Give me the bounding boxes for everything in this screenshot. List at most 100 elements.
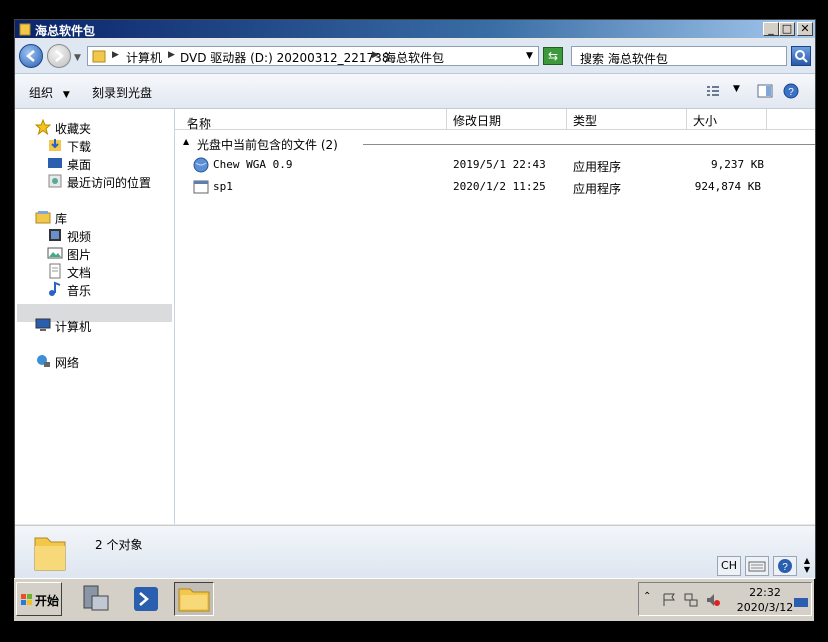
application-icon <box>193 180 209 194</box>
nav-label: 库 <box>55 212 68 226</box>
recent-places-icon <box>48 174 62 188</box>
taskbar: 开始 ⌃ 22:32 2020/3/12 <box>14 578 814 621</box>
group-header[interactable]: ▲ 光盘中当前包含的文件 (2) <box>183 136 815 152</box>
start-button[interactable]: 开始 <box>16 582 62 616</box>
nav-label: 文档 <box>67 266 92 280</box>
collapse-icon[interactable]: ▲ <box>183 137 189 146</box>
column-label: 大小 <box>693 114 718 128</box>
file-name: Chew WGA 0.9 <box>213 158 293 171</box>
chevron-down-icon: ▼ <box>803 565 811 574</box>
star-icon <box>35 119 51 135</box>
language-indicator[interactable]: CH <box>717 556 741 576</box>
refresh-icon: ⇆ <box>547 49 559 63</box>
arrow-right-icon <box>55 50 64 62</box>
close-button[interactable]: ✕ <box>797 22 813 36</box>
column-label: 修改日期 <box>453 114 502 128</box>
music-icon <box>49 281 61 296</box>
powershell-icon <box>134 587 158 611</box>
nav-label: 下载 <box>67 140 92 154</box>
maximize-button[interactable]: □ <box>779 22 795 36</box>
file-row[interactable]: Chew WGA 0.9 2019/5/1 22:43 应用程序 9,237 K… <box>175 155 815 175</box>
preview-pane-icon[interactable] <box>757 83 773 99</box>
window-title: 海总软件包 <box>35 24 96 38</box>
address-bar-row: ▼ ▶ 计算机 ▶ DVD 驱动器 (D:) 20200312_221738 ▶… <box>15 39 815 74</box>
forward-button[interactable] <box>47 44 71 68</box>
group-label: 光盘中当前包含的文件 (2) <box>197 138 338 152</box>
chevron-right-icon[interactable]: ▶ <box>168 50 175 60</box>
burn-to-disc-button[interactable]: 刻录到光盘 <box>92 84 152 101</box>
chevron-right-icon[interactable]: ▶ <box>112 50 119 60</box>
svg-text:?: ? <box>782 562 788 573</box>
refresh-button[interactable]: ⇆ <box>543 47 563 65</box>
network-icon <box>37 355 50 367</box>
organize-menu[interactable]: 组织 ▼ <box>29 84 70 101</box>
details-pane: 2 个对象 CH ? ▲ ▼ <box>15 525 815 579</box>
file-name: sp1 <box>213 180 233 193</box>
windows-logo-icon <box>21 594 32 605</box>
minimize-button[interactable]: _ <box>763 22 779 36</box>
taskbar-server-manager[interactable] <box>76 582 116 616</box>
breadcrumb-current-folder[interactable]: 海总软件包 <box>384 49 444 66</box>
folder-icon <box>19 23 31 36</box>
clock[interactable]: 22:32 2020/3/12 <box>735 585 795 615</box>
group-divider <box>363 144 815 145</box>
column-date[interactable]: 修改日期 <box>447 109 567 129</box>
clock-time: 22:32 <box>749 586 781 599</box>
search-placeholder: 搜索 海总软件包 <box>580 52 668 66</box>
show-hidden-icons[interactable]: ⌃ <box>643 591 659 607</box>
nav-label: 计算机 <box>55 320 92 334</box>
view-options-icon[interactable] <box>705 83 721 99</box>
breadcrumb-computer[interactable]: 计算机 <box>126 49 162 66</box>
options-scroll[interactable]: ▲ ▼ <box>801 556 813 576</box>
start-label: 开始 <box>35 594 60 608</box>
file-size: 9,237 KB <box>711 158 764 171</box>
column-header-row: 名称 ▲ 修改日期 类型 大小 <box>175 109 815 131</box>
help-button[interactable]: ? <box>773 556 797 576</box>
computer-icon <box>35 318 51 331</box>
help-icon[interactable]: ? <box>783 83 799 99</box>
navigation-pane: 收藏夹 下载 桌面 最近访问的位置 库 视频 图片 文档 音乐 计算机 网络 <box>15 109 175 524</box>
address-box[interactable]: ▶ 计算机 ▶ DVD 驱动器 (D:) 20200312_221738 ▶ 海… <box>87 46 539 66</box>
title-bar[interactable]: 海总软件包 _ □ ✕ <box>15 20 815 38</box>
breadcrumb-dvd-drive[interactable]: DVD 驱动器 (D:) 20200312_221738 <box>180 49 389 66</box>
nav-label: 最近访问的位置 <box>67 176 152 190</box>
action-center-flag-icon[interactable] <box>661 592 677 608</box>
taskbar-explorer[interactable] <box>174 582 214 616</box>
sort-ascending-icon: ▲ <box>187 115 194 124</box>
taskbar-powershell[interactable] <box>126 582 166 616</box>
folder-icon <box>178 588 210 612</box>
column-name[interactable]: 名称 ▲ <box>175 109 447 131</box>
arrow-left-icon <box>26 50 35 62</box>
chevron-down-icon: ▼ <box>62 90 70 100</box>
back-button[interactable] <box>19 44 43 68</box>
nav-label: 桌面 <box>67 158 92 172</box>
desktop-icon <box>48 158 62 168</box>
column-type[interactable]: 类型 <box>567 109 687 129</box>
video-icon <box>49 229 61 241</box>
chevron-right-icon[interactable]: ▶ <box>372 50 379 60</box>
search-button[interactable] <box>791 46 811 66</box>
item-count: 2 个对象 <box>95 538 143 552</box>
command-bar: 组织 ▼ 刻录到光盘 ▼ ? <box>15 74 815 109</box>
globe-app-icon <box>193 157 209 173</box>
network-status-icon[interactable] <box>683 592 699 608</box>
address-dropdown[interactable]: ▼ <box>526 51 533 61</box>
column-size[interactable]: 大小 <box>687 109 767 129</box>
file-type: 应用程序 <box>573 160 622 174</box>
picture-icon <box>47 247 63 259</box>
folder-icon <box>34 537 66 571</box>
show-desktop-icon[interactable] <box>793 595 809 611</box>
volume-muted-icon[interactable] <box>705 592 721 608</box>
search-input[interactable]: 搜索 海总软件包 <box>571 46 787 66</box>
view-dropdown[interactable]: ▼ <box>733 84 740 94</box>
keyboard-button[interactable] <box>745 556 769 576</box>
file-row[interactable]: sp1 2020/1/2 11:25 应用程序 924,874 KB <box>175 177 815 197</box>
file-type: 应用程序 <box>573 182 622 196</box>
recent-pages-dropdown[interactable]: ▼ <box>74 53 81 63</box>
nav-label: 音乐 <box>67 284 92 298</box>
folder-icon <box>92 50 106 63</box>
server-manager-icon <box>83 585 109 611</box>
column-label: 类型 <box>573 114 598 128</box>
nav-label: 图片 <box>67 248 92 262</box>
nav-label: 视频 <box>67 230 92 244</box>
